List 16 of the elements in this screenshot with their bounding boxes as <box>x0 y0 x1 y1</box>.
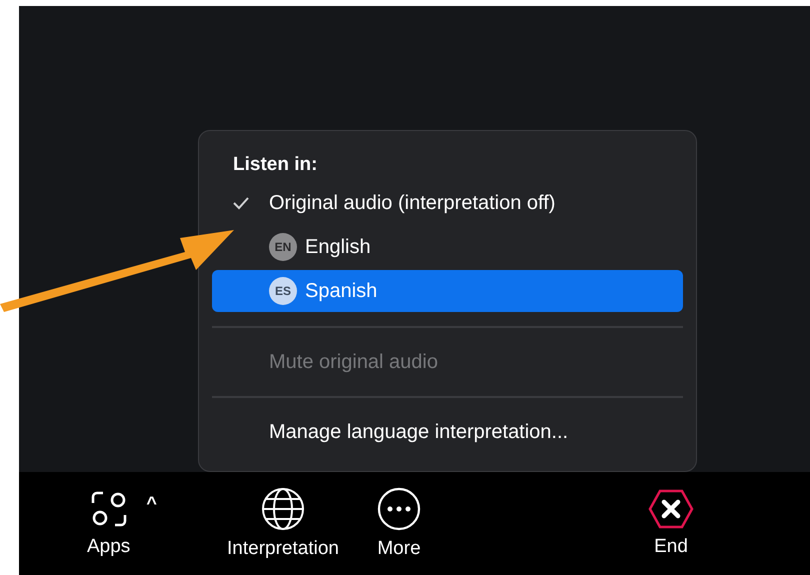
menu-heading: Listen in: <box>233 153 318 177</box>
menu-item[interactable]: Manage language interpretation... <box>212 410 683 454</box>
language-badge: EN <box>269 233 297 261</box>
language-option[interactable]: ES Spanish <box>212 270 683 312</box>
toolbar-button[interactable]: Apps <box>79 485 138 562</box>
checkmark-icon <box>232 196 248 210</box>
language-option[interactable]: EN English <box>212 226 683 268</box>
toolbar-button[interactable]: More <box>369 483 429 564</box>
close-icon <box>648 489 694 530</box>
globe-icon <box>260 487 305 532</box>
language-option[interactable]: Original audio (interpretation off) <box>212 182 683 224</box>
toolbar-button[interactable]: Interpretation <box>219 483 347 564</box>
language-badge: ES <box>269 277 297 305</box>
caret-button[interactable]: ^ <box>142 490 161 517</box>
more-icon <box>377 487 421 532</box>
toolbar-button[interactable]: End <box>640 485 702 562</box>
